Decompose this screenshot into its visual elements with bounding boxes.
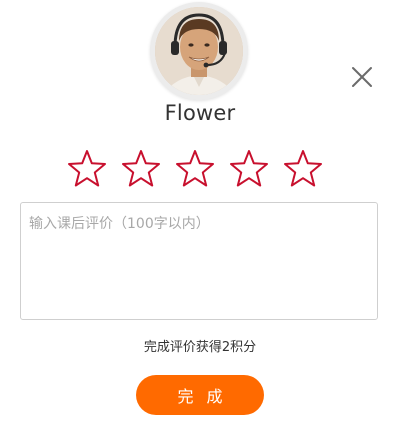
star-1[interactable] [67, 149, 107, 189]
star-outline-icon [68, 150, 106, 187]
star-outline-icon [176, 150, 214, 187]
review-textarea[interactable] [20, 202, 378, 320]
close-button[interactable] [351, 66, 373, 88]
submit-button[interactable]: 完 成 [136, 375, 264, 415]
star-outline-icon [230, 150, 268, 187]
user-name: Flower [164, 101, 236, 125]
star-outline-icon [122, 150, 160, 187]
close-icon [352, 67, 372, 87]
star-outline-icon [284, 150, 322, 187]
avatar-frame [150, 2, 248, 100]
star-rating[interactable] [67, 149, 333, 189]
avatar [155, 7, 243, 95]
star-3[interactable] [175, 149, 215, 189]
star-4[interactable] [229, 149, 269, 189]
points-hint: 完成评价获得2积分 [143, 340, 257, 355]
avatar-photo [155, 7, 243, 95]
star-5[interactable] [283, 149, 323, 189]
star-2[interactable] [121, 149, 161, 189]
